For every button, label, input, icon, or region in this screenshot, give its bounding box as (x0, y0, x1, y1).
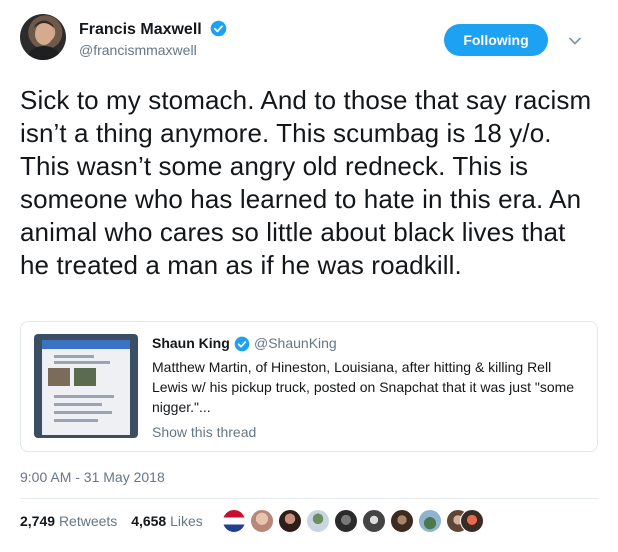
quoted-tweet-thumbnail[interactable] (34, 334, 138, 438)
liker-avatar[interactable] (278, 509, 302, 533)
liker-avatar[interactable] (390, 509, 414, 533)
thumbnail-photo (74, 368, 96, 386)
liker-avatar[interactable] (362, 509, 386, 533)
like-count[interactable]: 4,658 (131, 513, 166, 529)
thumbnail-photo (48, 368, 70, 386)
quoted-tweet-text: Matthew Martin, of Hineston, Louisiana, … (152, 359, 575, 415)
retweet-count[interactable]: 2,749 (20, 513, 55, 529)
liker-avatar[interactable] (334, 509, 358, 533)
tweet-text: Sick to my stomach. And to those that sa… (20, 85, 592, 280)
following-button[interactable]: Following (444, 24, 548, 56)
divider (20, 498, 598, 499)
liker-avatar[interactable] (306, 509, 330, 533)
author-name[interactable]: Francis Maxwell (79, 20, 227, 39)
chevron-down-icon[interactable] (568, 34, 582, 48)
quoted-author-name[interactable]: Shaun King (152, 335, 230, 351)
author-name-text[interactable]: Francis Maxwell (79, 21, 202, 38)
author-avatar[interactable] (20, 14, 66, 60)
quoted-author-handle[interactable]: @ShaunKing (254, 335, 337, 351)
thumbnail-header-bar (42, 340, 130, 349)
liker-avatar[interactable] (460, 509, 484, 533)
tweet-stats: 2,749 Retweets 4,658 Likes (20, 513, 203, 529)
show-thread-link[interactable]: Show this thread (152, 424, 256, 440)
verified-badge-icon (210, 20, 227, 37)
quoted-tweet-card[interactable]: Shaun King @ShaunKing Matthew Martin, of… (20, 321, 598, 452)
retweets-label[interactable]: Retweets (59, 513, 117, 529)
liker-avatar[interactable] (418, 509, 442, 533)
liker-avatar[interactable] (250, 509, 274, 533)
likes-label[interactable]: Likes (170, 513, 203, 529)
liker-avatar[interactable] (222, 509, 246, 533)
verified-badge-icon (234, 336, 250, 352)
author-handle[interactable]: @francismmaxwell (79, 42, 197, 58)
tweet-timestamp[interactable]: 9:00 AM - 31 May 2018 (20, 469, 165, 485)
thumbnail-screen (42, 349, 130, 435)
